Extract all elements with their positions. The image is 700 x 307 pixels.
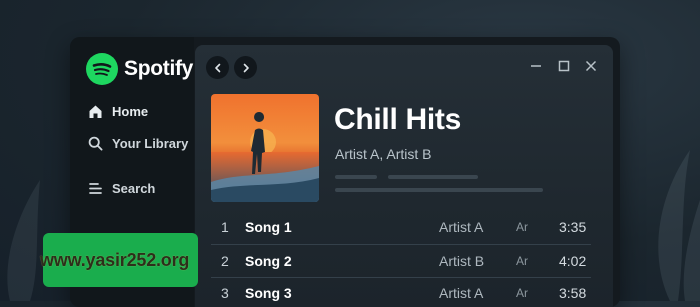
- playlist-cover[interactable]: [211, 94, 319, 202]
- home-icon: [89, 105, 102, 118]
- app-name: Spotify: [124, 57, 194, 80]
- sidebar-item-label: Your Library: [112, 136, 189, 151]
- track-artist[interactable]: Artist A: [439, 219, 483, 235]
- track-artist[interactable]: Artist B: [439, 253, 484, 269]
- track-row[interactable]: 1 Song 1 Artist A Ar 3:35: [195, 211, 613, 243]
- sidebar-item-home[interactable]: Home: [88, 104, 148, 119]
- track-row[interactable]: 3 Song 3 Artist A Ar 3:58: [195, 277, 613, 307]
- spotify-logo-icon: [86, 53, 118, 85]
- chevron-right-icon: [243, 63, 249, 72]
- placeholder-bar: [388, 175, 478, 179]
- maximize-icon: [558, 60, 570, 72]
- search-icon: [88, 136, 103, 151]
- maximize-button[interactable]: [557, 59, 571, 73]
- track-duration: 3:58: [559, 285, 587, 301]
- track-row[interactable]: 2 Song 2 Artist B Ar 4:02: [195, 245, 613, 277]
- playlist-artists: Artist A, Artist B: [335, 146, 432, 162]
- menu-icon: [89, 183, 102, 194]
- leaf-decoration-icon: [658, 150, 700, 301]
- track-number: 2: [221, 253, 229, 269]
- playlist-title: Chill Hits: [334, 103, 462, 136]
- watermark-text: www.yasir252.org: [40, 250, 190, 270]
- track-title[interactable]: Song 1: [245, 219, 292, 235]
- track-album[interactable]: Ar: [516, 286, 528, 300]
- placeholder-bar: [335, 175, 377, 179]
- track-artist[interactable]: Artist A: [439, 285, 483, 301]
- track-album[interactable]: Ar: [516, 220, 528, 234]
- track-duration: 3:35: [559, 219, 587, 235]
- sidebar-item-library[interactable]: Your Library: [88, 136, 188, 151]
- minimize-icon: [531, 65, 541, 67]
- sidebar-item-label: Home: [112, 104, 149, 119]
- minimize-button[interactable]: [529, 59, 543, 73]
- placeholder-bar: [335, 188, 543, 192]
- chevron-left-icon: [214, 63, 220, 72]
- track-duration: 4:02: [559, 253, 587, 269]
- main-panel: Chill Hits Artist A, Artist B 1 Song 1 A…: [195, 45, 613, 307]
- close-icon: [585, 60, 597, 72]
- logo[interactable]: Spotify: [86, 53, 193, 85]
- close-button[interactable]: [584, 59, 598, 73]
- track-title[interactable]: Song 3: [245, 285, 292, 301]
- track-album[interactable]: Ar: [516, 254, 528, 268]
- sidebar-item-search[interactable]: Search: [88, 181, 155, 196]
- forward-button[interactable]: [234, 56, 257, 79]
- track-number: 1: [221, 219, 229, 235]
- track-title[interactable]: Song 2: [245, 253, 292, 269]
- sidebar-item-label: Search: [112, 181, 156, 196]
- back-button[interactable]: [206, 56, 229, 79]
- track-number: 3: [221, 285, 229, 301]
